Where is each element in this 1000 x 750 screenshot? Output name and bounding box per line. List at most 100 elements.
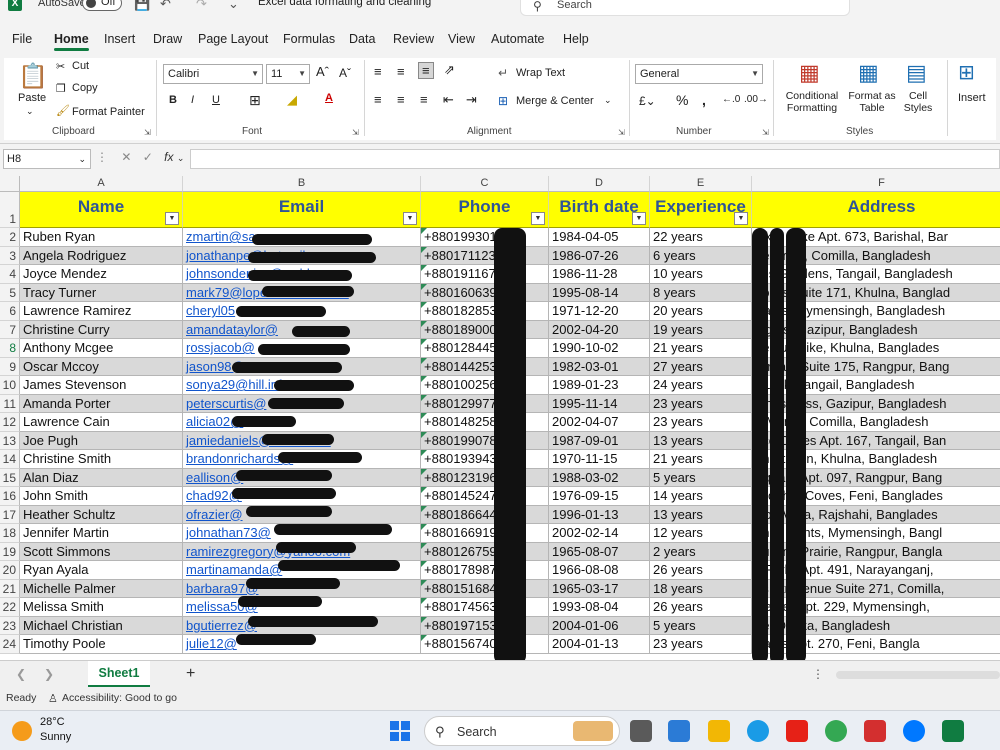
row-header[interactable]: 16 <box>0 487 20 506</box>
table-cell[interactable]: +880156740 <box>421 635 549 654</box>
number-launcher-icon[interactable]: ⇲ <box>762 128 769 137</box>
table-cell[interactable]: +880178987 <box>421 561 549 580</box>
pdf-reader-icon[interactable] <box>864 720 886 742</box>
table-cell[interactable]: +880199078 <box>421 431 549 450</box>
chevron-down-icon[interactable]: ⌄ <box>177 153 185 163</box>
more-options-icon[interactable]: ⋮ <box>96 150 108 164</box>
store-icon[interactable] <box>668 720 690 742</box>
table-cell[interactable]: +880151684 <box>421 579 549 598</box>
table-cell[interactable]: Heather Schultz <box>20 505 183 524</box>
decrease-font-icon[interactable]: Aˇ <box>339 66 351 80</box>
table-cell[interactable]: Ryan Ayala <box>20 561 183 580</box>
table-cell[interactable]: +880193943 <box>421 450 549 469</box>
underline-icon[interactable]: U <box>212 94 220 106</box>
youtube-icon[interactable] <box>786 720 808 742</box>
alignment-launcher-icon[interactable]: ⇲ <box>618 128 625 137</box>
table-cell[interactable]: 1993-08-04 <box>549 598 650 617</box>
row-header[interactable]: 12 <box>0 413 20 432</box>
row-header[interactable]: 7 <box>0 320 20 339</box>
align-top-icon[interactable]: ≡ <box>374 64 382 79</box>
row-header[interactable]: 17 <box>0 505 20 524</box>
table-cell[interactable]: +880182853 <box>421 302 549 321</box>
insert-cells-button[interactable]: Insert <box>958 92 986 104</box>
orientation-icon[interactable]: ⇗ <box>444 62 455 78</box>
table-cell[interactable]: 1971-12-20 <box>549 302 650 321</box>
table-cell[interactable]: Scott Simmons <box>20 542 183 561</box>
table-cell[interactable]: 1986-11-28 <box>549 265 650 284</box>
tab-file[interactable]: File <box>12 32 32 46</box>
add-sheet-icon[interactable]: + <box>186 665 195 683</box>
row-header[interactable]: 11 <box>0 394 20 413</box>
table-cell[interactable]: 14 years <box>650 487 752 506</box>
decrease-indent-icon[interactable]: ⇤ <box>443 92 454 108</box>
row-header[interactable]: 15 <box>0 468 20 487</box>
formula-input[interactable] <box>190 149 1000 169</box>
table-cell[interactable]: alicia02@ <box>183 413 421 432</box>
table-cell[interactable]: 26 years <box>650 561 752 580</box>
horizontal-scrollbar[interactable] <box>836 671 1000 679</box>
cancel-icon[interactable]: ✕ <box>121 150 131 164</box>
font-name-select[interactable]: Calibri ▼ <box>163 64 263 84</box>
table-cell[interactable]: +880171123 <box>421 246 549 265</box>
table-cell[interactable]: Christine Smith <box>20 450 183 469</box>
copy-icon[interactable]: ❐ <box>56 82 66 95</box>
accounting-format-icon[interactable]: £⌄ <box>639 94 656 108</box>
table-cell[interactable]: +880189000 <box>421 320 549 339</box>
table-cell[interactable]: 1984-04-05 <box>549 228 650 247</box>
merge-center-icon[interactable]: ⊞ <box>498 94 508 108</box>
excel-taskbar-icon[interactable] <box>942 720 964 742</box>
file-explorer-icon[interactable] <box>708 720 730 742</box>
row-header[interactable]: 6 <box>0 302 20 321</box>
fill-color-icon[interactable]: ◢ <box>287 92 297 108</box>
table-cell[interactable]: 1965-08-07 <box>549 542 650 561</box>
wrap-text-icon[interactable]: ↵ <box>498 66 508 80</box>
tab-help[interactable]: Help <box>563 32 589 46</box>
row-header[interactable]: 3 <box>0 246 20 265</box>
table-cell[interactable]: Melissa Smith <box>20 598 183 617</box>
undo-icon[interactable]: ↶ <box>160 0 171 12</box>
table-cell[interactable]: +880174563 <box>421 598 549 617</box>
table-cell[interactable]: 1986-07-26 <box>549 246 650 265</box>
format-as-table-button[interactable]: Format as Table <box>846 90 898 114</box>
table-cell[interactable]: Michael Christian <box>20 616 183 635</box>
table-cell[interactable]: 2004-01-13 <box>549 635 650 654</box>
wrap-text-button[interactable]: Wrap Text <box>516 67 565 79</box>
row-header[interactable]: 20 <box>0 561 20 580</box>
table-cell[interactable]: 1988-03-02 <box>549 468 650 487</box>
table-cell[interactable]: 27 years <box>650 357 752 376</box>
table-cell[interactable]: 1966-08-08 <box>549 561 650 580</box>
row-header[interactable]: 8 <box>0 339 20 358</box>
table-cell[interactable]: 13 years <box>650 505 752 524</box>
taskbar-search[interactable]: ⚲ Search <box>424 716 620 746</box>
table-cell[interactable]: 19 years <box>650 320 752 339</box>
merge-dropdown-icon[interactable]: ⌄ <box>604 95 612 106</box>
column-header-a[interactable]: A <box>20 176 183 192</box>
header-cell-email[interactable]: Email ▼ <box>183 192 421 228</box>
table-cell[interactable]: 1990-10-02 <box>549 339 650 358</box>
row-header[interactable]: 2 <box>0 228 20 247</box>
table-cell[interactable]: Timothy Poole <box>20 635 183 654</box>
edge-icon[interactable] <box>747 720 769 742</box>
row-header[interactable]: 9 <box>0 357 20 376</box>
table-cell[interactable]: 1995-11-14 <box>549 394 650 413</box>
increase-decimal-icon[interactable]: ←.0 <box>722 94 740 105</box>
scroll-right-icon[interactable]: ❯ <box>44 667 54 681</box>
table-cell[interactable]: 1976-09-15 <box>549 487 650 506</box>
table-cell[interactable]: Jennifer Martin <box>20 524 183 543</box>
number-format-select[interactable]: General ▼ <box>635 64 763 84</box>
table-cell[interactable]: +880186644 <box>421 505 549 524</box>
table-cell[interactable]: Lawrence Ramirez <box>20 302 183 321</box>
font-launcher-icon[interactable]: ⇲ <box>352 128 359 137</box>
table-cell[interactable]: Lawrence Cain <box>20 413 183 432</box>
row-header[interactable]: 10 <box>0 376 20 395</box>
table-cell[interactable]: +880199301 <box>421 228 549 247</box>
align-right-icon[interactable]: ≡ <box>420 92 428 107</box>
row-header[interactable]: 18 <box>0 524 20 543</box>
table-cell[interactable]: 5 years <box>650 468 752 487</box>
format-painter-icon[interactable]: 🖌 <box>56 104 70 117</box>
filter-dropdown-icon[interactable]: ▼ <box>165 212 179 225</box>
tab-home[interactable]: Home <box>54 32 89 51</box>
row-header[interactable]: 13 <box>0 431 20 450</box>
task-view-icon[interactable] <box>630 720 652 742</box>
table-cell[interactable]: Joyce Mendez <box>20 265 183 284</box>
